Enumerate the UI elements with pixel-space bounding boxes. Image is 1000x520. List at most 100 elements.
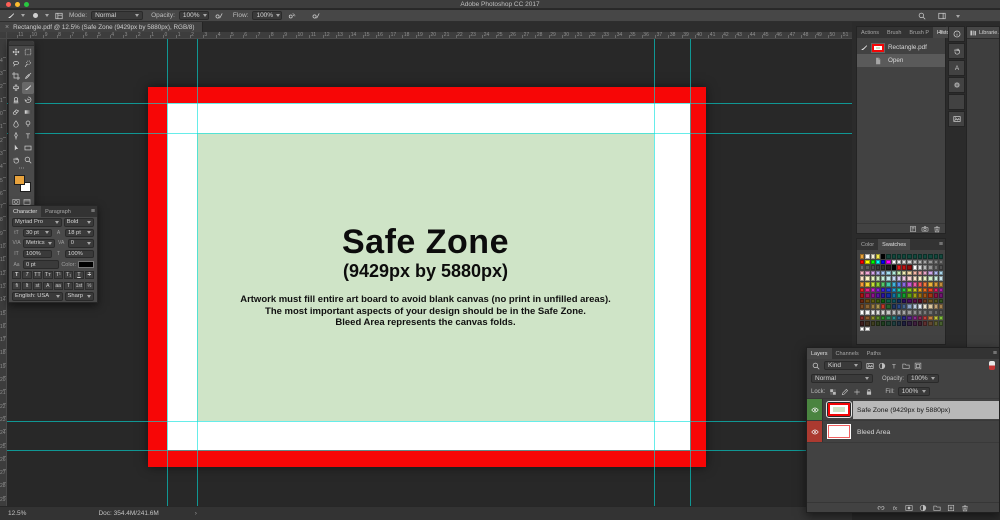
- color-swatch[interactable]: [934, 310, 938, 315]
- color-swatch[interactable]: [939, 293, 943, 298]
- swatches-menu-icon[interactable]: ≡: [939, 239, 943, 250]
- color-swatch[interactable]: [939, 321, 943, 326]
- color-swatch[interactable]: [881, 321, 885, 326]
- color-swatch[interactable]: [886, 276, 890, 281]
- color-swatch[interactable]: [892, 299, 896, 304]
- color-swatch[interactable]: [918, 310, 922, 315]
- color-swatch[interactable]: [860, 271, 864, 276]
- layers-tab-channels[interactable]: Channels: [832, 348, 863, 359]
- color-swatch[interactable]: [860, 304, 864, 309]
- color-swatch[interactable]: [881, 316, 885, 321]
- color-swatch[interactable]: [892, 276, 896, 281]
- link-icon[interactable]: [877, 504, 885, 512]
- lock-checker-icon[interactable]: [828, 387, 838, 397]
- color-swatch[interactable]: [902, 265, 906, 270]
- color-swatch[interactable]: [876, 276, 880, 281]
- color-swatch[interactable]: [902, 321, 906, 326]
- color-swatch[interactable]: [913, 276, 917, 281]
- tool-dodge[interactable]: [22, 118, 34, 130]
- color-swatch[interactable]: [934, 288, 938, 293]
- swatches-tab-color[interactable]: Color: [857, 239, 878, 250]
- color-swatch[interactable]: [923, 321, 927, 326]
- color-swatch[interactable]: [934, 282, 938, 287]
- color-swatch[interactable]: [876, 271, 880, 276]
- color-swatch[interactable]: [907, 254, 911, 259]
- color-swatch[interactable]: [907, 288, 911, 293]
- color-swatch[interactable]: [897, 271, 901, 276]
- color-swatch[interactable]: [934, 321, 938, 326]
- fx-icon[interactable]: fx: [891, 504, 899, 512]
- pressure-opacity-icon[interactable]: [213, 11, 225, 21]
- layer-opacity-select[interactable]: 100%: [907, 374, 939, 383]
- color-swatch[interactable]: [871, 276, 875, 281]
- color-swatch[interactable]: [865, 254, 869, 259]
- color-swatch[interactable]: [939, 288, 943, 293]
- color-swatch[interactable]: [892, 310, 896, 315]
- canvas[interactable]: Safe Zone (9429px by 5880px) Artwork mus…: [148, 87, 706, 467]
- newlayer-icon[interactable]: [947, 504, 955, 512]
- adjustment-icon[interactable]: [919, 504, 927, 512]
- color-swatch[interactable]: [860, 265, 864, 270]
- color-swatch[interactable]: [865, 293, 869, 298]
- color-swatch[interactable]: [860, 282, 864, 287]
- color-swatch[interactable]: [907, 265, 911, 270]
- filter-adjustment-icon[interactable]: [877, 361, 887, 371]
- workspace-chevron-icon[interactable]: [956, 15, 960, 18]
- opentype-button-7[interactable]: ½: [85, 282, 94, 290]
- color-swatch[interactable]: [892, 282, 896, 287]
- color-swatch[interactable]: [923, 288, 927, 293]
- filter-image-icon[interactable]: [865, 361, 875, 371]
- color-swatch[interactable]: [860, 276, 864, 281]
- color-swatch[interactable]: [876, 260, 880, 265]
- color-swatch[interactable]: [939, 316, 943, 321]
- brush-preset-picker[interactable]: [29, 11, 41, 21]
- lock-lock-icon[interactable]: [864, 387, 874, 397]
- color-swatch[interactable]: [907, 299, 911, 304]
- color-swatch[interactable]: [860, 310, 864, 315]
- color-swatch[interactable]: [934, 265, 938, 270]
- color-swatch[interactable]: [886, 271, 890, 276]
- color-swatch[interactable]: [897, 310, 901, 315]
- color-swatch[interactable]: [892, 316, 896, 321]
- opentype-button-2[interactable]: st: [33, 282, 42, 290]
- char-style-button-2[interactable]: TT: [33, 271, 42, 279]
- color-swatch[interactable]: [897, 254, 901, 259]
- color-swatch[interactable]: [871, 288, 875, 293]
- layer-visibility-eye-icon[interactable]: [807, 399, 823, 420]
- color-swatch[interactable]: [881, 276, 885, 281]
- color-swatch[interactable]: [881, 293, 885, 298]
- libraries-tab[interactable]: Librarie...: [967, 27, 999, 39]
- color-swatch[interactable]: [876, 321, 880, 326]
- color-swatch[interactable]: [913, 265, 917, 270]
- leading-select[interactable]: 18 pt: [65, 229, 94, 238]
- tool-crop[interactable]: [10, 70, 22, 82]
- color-swatch[interactable]: [902, 254, 906, 259]
- color-swatch[interactable]: [881, 282, 885, 287]
- color-swatch[interactable]: [860, 327, 864, 332]
- filter-folder-icon[interactable]: [901, 361, 911, 371]
- color-swatch[interactable]: [918, 276, 922, 281]
- color-swatch[interactable]: [939, 276, 943, 281]
- color-swatch[interactable]: [897, 304, 901, 309]
- color-swatch[interactable]: [907, 310, 911, 315]
- color-swatch[interactable]: [881, 271, 885, 276]
- color-swatch[interactable]: [871, 310, 875, 315]
- color-swatch[interactable]: [913, 293, 917, 298]
- color-swatch[interactable]: [897, 293, 901, 298]
- color-swatch[interactable]: [871, 260, 875, 265]
- color-swatch[interactable]: [886, 282, 890, 287]
- color-swatch[interactable]: [876, 254, 880, 259]
- color-swatch[interactable]: [865, 282, 869, 287]
- tool-lasso[interactable]: [10, 58, 22, 70]
- color-swatch[interactable]: [939, 265, 943, 270]
- layers-tab-paths[interactable]: Paths: [863, 348, 885, 359]
- color-swatch[interactable]: [939, 304, 943, 309]
- color-swatch[interactable]: [913, 260, 917, 265]
- horizontal-scale-field[interactable]: 100%: [65, 250, 94, 259]
- color-swatch[interactable]: [939, 260, 943, 265]
- close-tab-icon[interactable]: ×: [5, 24, 9, 31]
- color-swatch[interactable]: [918, 254, 922, 259]
- color-swatch[interactable]: [907, 321, 911, 326]
- color-swatch[interactable]: [865, 304, 869, 309]
- color-swatch[interactable]: [876, 310, 880, 315]
